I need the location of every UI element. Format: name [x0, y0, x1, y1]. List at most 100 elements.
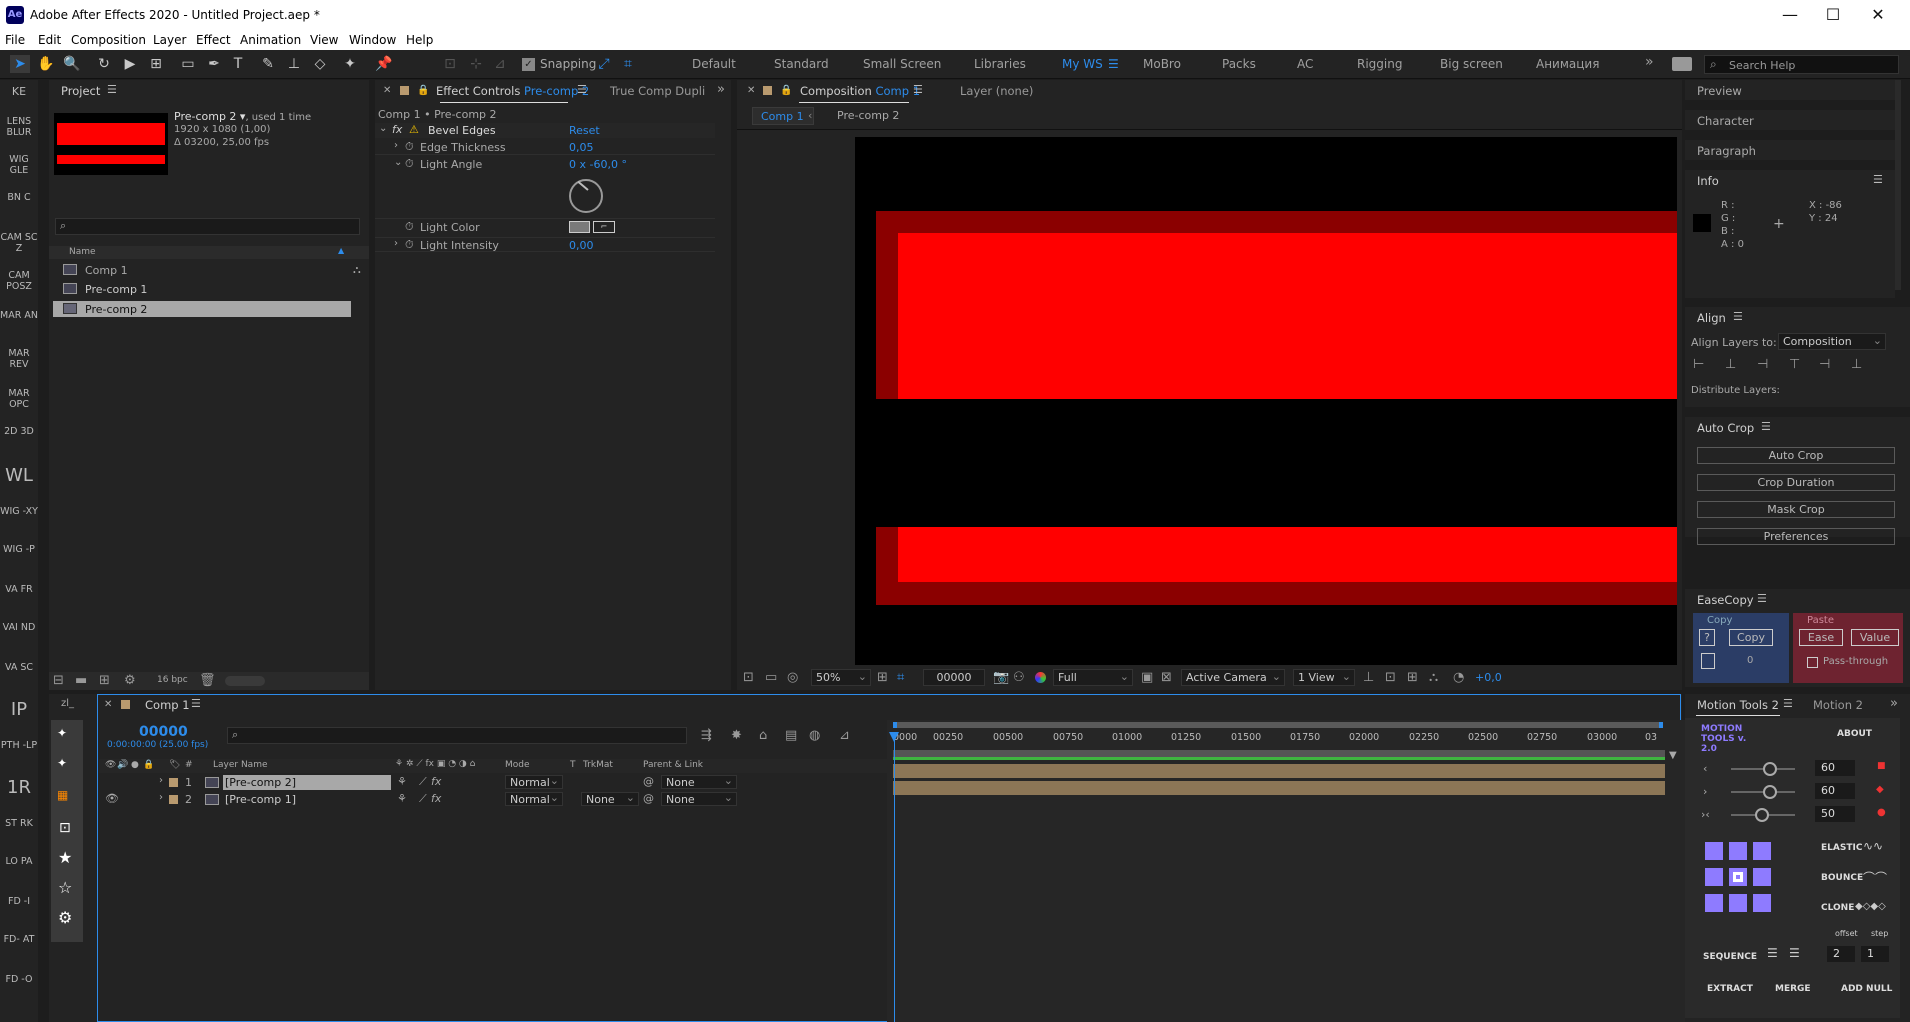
script-cam-scz[interactable]: CAM SC Z: [0, 232, 38, 254]
trash-icon[interactable]: 🗑: [199, 673, 216, 688]
toggle-pixel-aspect-icon[interactable]: ⊥: [1363, 670, 1374, 685]
menu-effect[interactable]: Effect: [196, 33, 231, 47]
menu-animation[interactable]: Animation: [240, 33, 301, 47]
maximize-button[interactable]: ☐: [1813, 4, 1853, 26]
workspaces-more[interactable]: »: [1645, 54, 1654, 70]
tab-true-comp-dupli[interactable]: True Comp Dupli: [610, 84, 705, 98]
script-wl[interactable]: WL: [0, 466, 38, 486]
align-to-dropdown[interactable]: Composition ⌄: [1778, 333, 1886, 350]
align-right-icon[interactable]: ⊣: [1757, 357, 1768, 372]
ae-script-icon[interactable]: ▦: [57, 788, 68, 802]
timeline-current-time[interactable]: 00000: [139, 724, 188, 740]
step-value[interactable]: 1: [1861, 946, 1889, 962]
resolution-grid-icon[interactable]: ⊞: [877, 670, 888, 685]
new-folder-icon[interactable]: ▬: [75, 673, 87, 688]
axis-view-icon[interactable]: ⊿: [490, 55, 510, 73]
auto-crop-menu-icon[interactable]: ☰: [1761, 420, 1771, 433]
menu-composition[interactable]: Composition: [71, 33, 146, 47]
star-outline-icon[interactable]: ☆: [58, 878, 72, 897]
add-null-button[interactable]: ADD NULL: [1841, 984, 1892, 994]
menu-view[interactable]: View: [310, 33, 338, 47]
quality-switch-icon[interactable]: ⟋: [419, 792, 427, 806]
light-angle-value[interactable]: 0 x -60,0 °: [569, 158, 627, 171]
align-v-center-icon[interactable]: ⊣: [1819, 357, 1830, 372]
axis-world-icon[interactable]: ⊹: [466, 55, 486, 73]
bit-depth[interactable]: 16 bpc: [157, 675, 188, 685]
script-fd-at[interactable]: FD- AT: [0, 934, 38, 945]
rectangle-tool-icon[interactable]: ▭: [178, 55, 198, 73]
layer-parent-dropdown[interactable]: None ⌄: [661, 774, 737, 789]
clipboard-icon[interactable]: [1701, 653, 1715, 669]
zoom-tool-icon[interactable]: 🔍: [62, 55, 82, 73]
ease-in-value[interactable]: 60: [1815, 760, 1855, 776]
paragraph-panel-header[interactable]: Paragraph: [1685, 140, 1895, 160]
work-area-end-handle[interactable]: [1659, 722, 1663, 728]
camera-dropdown[interactable]: Active Camera ⌄: [1181, 669, 1285, 686]
close-tab-icon[interactable]: ✕: [383, 85, 391, 96]
light-intensity-value[interactable]: 0,00: [569, 239, 594, 252]
flowchart-icon[interactable]: ⛬: [353, 263, 361, 277]
project-item-comp-1[interactable]: Comp 1 ⛬: [53, 263, 361, 278]
hand-tool-icon[interactable]: ✋: [36, 55, 56, 73]
layer-parent-dropdown[interactable]: None ⌄: [661, 791, 737, 806]
quality-switch-icon[interactable]: ⟋: [419, 775, 427, 789]
close-button[interactable]: ✕: [1858, 4, 1898, 26]
script-mar-opc[interactable]: MAR OPC: [0, 388, 38, 410]
copy-button[interactable]: Copy: [1729, 629, 1773, 646]
layer-row-1[interactable]: › 1 [Pre-comp 2] ⚘ ⟋ fx Normal ⌄ @ None ⌄: [99, 774, 919, 790]
lock-icon[interactable]: 🔒: [780, 85, 792, 96]
puppet-tool-icon[interactable]: 📌: [374, 55, 394, 73]
brush-tool-icon[interactable]: ✎: [258, 55, 278, 73]
collapse-switch-icon[interactable]: ⚘: [397, 775, 407, 788]
sequence-forward-icon[interactable]: ☰: [1767, 946, 1778, 960]
type-tool-icon[interactable]: T: [228, 55, 248, 73]
anchor-center[interactable]: [1729, 868, 1747, 886]
workspace-mobro[interactable]: MoBro: [1143, 57, 1181, 71]
draft-3d-icon[interactable]: ✸: [731, 728, 742, 743]
shy-layers-icon[interactable]: ⌂: [759, 728, 767, 743]
anchor-bottom-center[interactable]: [1729, 894, 1747, 912]
collapse-switch-icon[interactable]: ⚘: [397, 792, 407, 805]
project-search-input[interactable]: ⌕: [55, 218, 360, 235]
script-lopa[interactable]: LO PA: [0, 856, 38, 867]
clone-button[interactable]: CLONE: [1821, 903, 1854, 913]
eraser-tool-icon[interactable]: ◇: [310, 55, 330, 73]
collapse-arrow-icon[interactable]: ⌄: [394, 157, 402, 168]
transform-box-icon[interactable]: ⊡: [59, 820, 71, 836]
script-pth-lp[interactable]: PTH -LP: [0, 740, 38, 751]
character-panel-header[interactable]: Character: [1685, 110, 1895, 130]
star-icon[interactable]: ✦: [57, 726, 67, 740]
snapshot-camera-icon[interactable]: 📷: [993, 670, 1009, 685]
roto-brush-tool-icon[interactable]: ✦: [340, 55, 360, 73]
script-bnc[interactable]: BN C: [0, 192, 38, 203]
auto-crop-button[interactable]: Auto Crop: [1697, 447, 1895, 464]
project-item-pre-comp-2[interactable]: Pre-comp 2: [53, 301, 351, 317]
workspace-big-screen[interactable]: Big screen: [1440, 57, 1503, 71]
layer-row-2[interactable]: 👁 › 2 [Pre-comp 1] ⚘ ⟋ fx Normal ⌄ None ⌄ …: [99, 791, 919, 807]
preview-panel-header[interactable]: Preview: [1685, 80, 1895, 100]
anchor-top-left[interactable]: [1705, 842, 1723, 860]
rotation-tool-icon[interactable]: ↻: [94, 55, 114, 73]
comp-mini-flowchart-icon[interactable]: ⇶: [701, 728, 712, 743]
script-ip[interactable]: IP: [0, 700, 38, 720]
stopwatch-icon[interactable]: ⏱: [405, 140, 414, 154]
layer-trkmat-dropdown[interactable]: None ⌄: [581, 791, 639, 806]
channel-rgb-icon[interactable]: [1035, 672, 1046, 683]
interpret-footage-icon[interactable]: ⊟: [53, 673, 64, 688]
keyframe-red-diamond-icon[interactable]: ◆: [1876, 784, 1884, 795]
current-time-field[interactable]: 00000: [923, 669, 985, 686]
label-color-swatch[interactable]: [169, 778, 178, 787]
expand-arrow-icon[interactable]: ›: [394, 140, 398, 151]
column-name[interactable]: Name: [69, 247, 96, 257]
lock-icon[interactable]: 🔒: [417, 85, 429, 96]
keyframe-red-dot-icon[interactable]: ●: [1877, 807, 1886, 818]
time-graph[interactable]: 0000 00250 00500 00750 01000 01250 01500…: [887, 720, 1685, 1022]
align-h-center-icon[interactable]: ⊥: [1725, 357, 1736, 372]
elastic-button[interactable]: ELASTIC: [1821, 843, 1862, 853]
always-preview-icon[interactable]: ⊡: [743, 670, 754, 685]
layer-name[interactable]: [Pre-comp 1]: [225, 793, 296, 806]
tab-align[interactable]: Align: [1697, 311, 1726, 325]
motion-tools-menu-icon[interactable]: ☰: [1783, 697, 1793, 710]
exposure-value[interactable]: +0,0: [1475, 671, 1502, 684]
playhead-marker[interactable]: [889, 732, 899, 742]
